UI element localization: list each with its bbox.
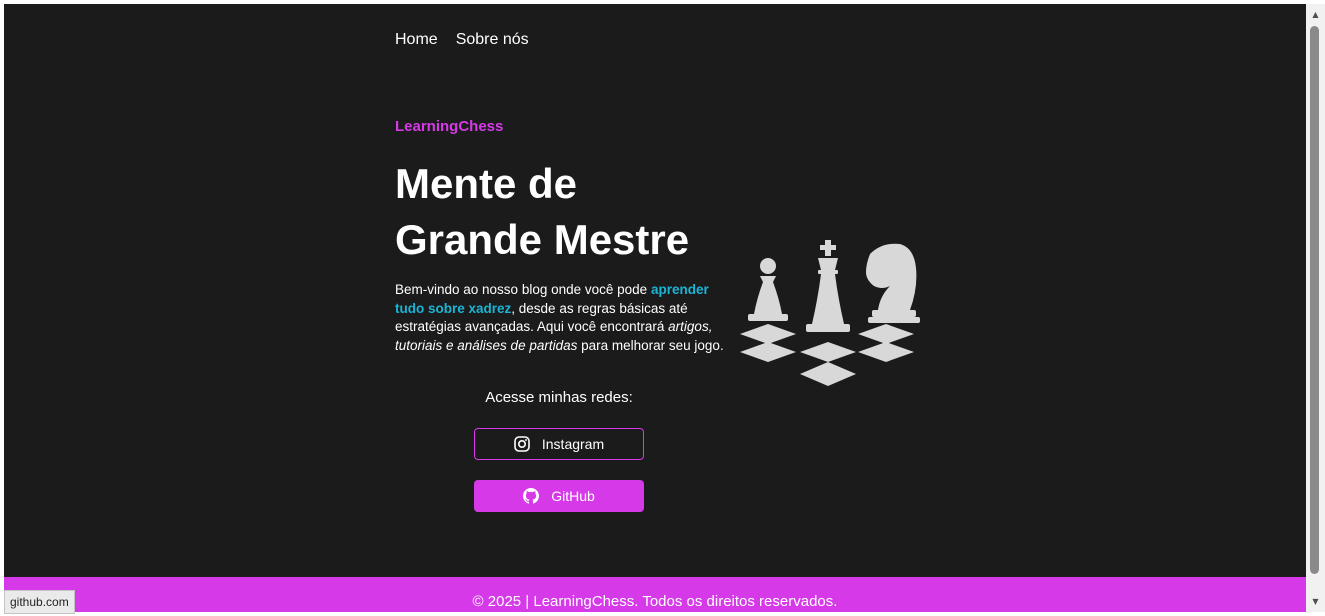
vertical-scrollbar[interactable]: ▲ ▼ [1306,4,1325,612]
footer-copyright: © 2025 | LearningChess. Todos os direito… [472,593,838,610]
board-square-right-lower [858,342,914,362]
intro-text-1: Bem-vindo ao nosso blog onde você pode [395,282,651,297]
site-footer: © 2025 | LearningChess. Todos os direito… [4,577,1306,612]
instagram-button[interactable]: Instagram [474,428,644,460]
github-icon [523,488,540,504]
main-nav: Home Sobre nós [395,31,529,49]
hero-title: Mente de Grande Mestre [395,156,755,268]
brand-name: LearningChess [395,118,504,135]
github-button-label: GitHub [551,488,595,504]
knight-piece [866,243,920,323]
pawn-piece [748,258,788,321]
scroll-up-arrow-icon[interactable]: ▲ [1306,6,1325,23]
intro-text-3: para melhorar seu jogo. [577,337,724,353]
scroll-down-arrow-icon[interactable]: ▼ [1306,593,1325,610]
hero-title-line-2: Grande Mestre [395,216,690,263]
nav-home-link[interactable]: Home [395,31,438,49]
board-square-left-lower [740,342,796,362]
board-square-left [740,324,796,344]
nav-about-link[interactable]: Sobre nós [456,31,529,49]
page-viewport: Home Sobre nós LearningChess Mente de Gr… [4,4,1306,612]
status-bar-url: github.com [4,590,75,614]
hero-intro: Bem-vindo ao nosso blog onde você pode a… [395,281,725,355]
instagram-button-label: Instagram [541,436,605,452]
social-heading: Acesse minhas redes: [485,389,633,406]
github-button[interactable]: GitHub [474,480,644,512]
instagram-icon [514,436,530,452]
board-square-right-top [858,324,914,344]
hero-title-line-1: Mente de [395,160,578,207]
board-square-bottom [800,362,856,386]
chess-pieces-illustration [734,238,934,403]
scrollbar-thumb[interactable] [1310,26,1319,574]
board-square-center-top [800,342,856,362]
king-piece [806,240,850,332]
